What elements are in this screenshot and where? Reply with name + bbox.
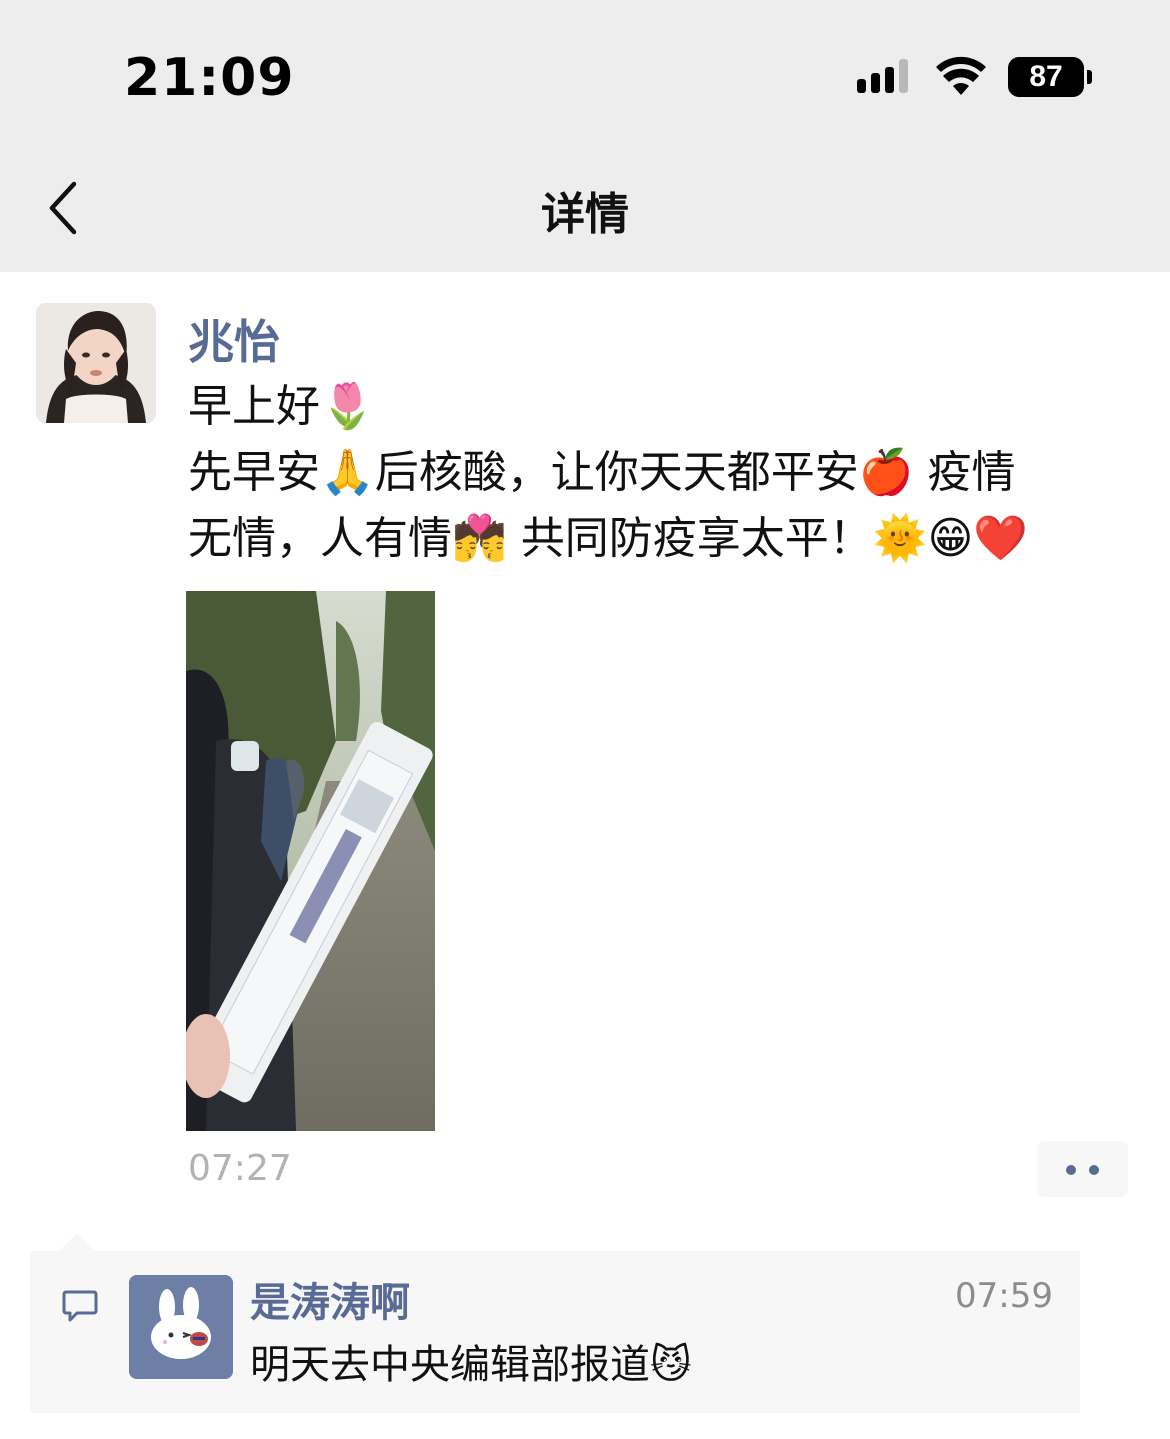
commenter-avatar[interactable] <box>129 1275 233 1379</box>
post-text-line: 早上好🌷 <box>188 381 375 432</box>
more-dots-icon <box>1066 1165 1076 1175</box>
post-text-line: 无情，人有情💏 共同防疫享太平！🌞😁❤️ <box>188 513 1029 564</box>
battery-icon: 87 <box>1008 57 1092 97</box>
more-dots-icon-dot <box>1089 1165 1099 1175</box>
post-text: 早上好🌷 先早安🙏后核酸，让你天天都平安🍎 疫情 无情，人有情💏 共同防疫享太平… <box>188 374 1138 572</box>
wifi-icon <box>936 56 986 95</box>
avatar-portrait <box>36 303 156 423</box>
comment-text[interactable]: 明天去中央编辑部报道😼 <box>250 1332 692 1390</box>
commenter-name[interactable]: 是涛涛啊 <box>250 1270 410 1328</box>
comment-time: 07:59 <box>955 1276 1053 1316</box>
comment-box-pointer <box>58 1233 96 1252</box>
status-time: 21:09 <box>124 48 295 108</box>
status-icons: 87 <box>855 55 1095 103</box>
post-time: 07:27 <box>188 1148 292 1189</box>
post-photo[interactable] <box>186 591 435 1131</box>
page-title: 详情 <box>541 189 629 240</box>
top-bar: 21:09 87 详情 <box>0 0 1170 272</box>
comment-bubble-icon <box>62 1290 98 1322</box>
post-text-line: 先早安🙏后核酸，让你天天都平安🍎 疫情 <box>188 447 1016 498</box>
bunny-avatar-icon <box>129 1275 233 1379</box>
more-actions-button[interactable] <box>1037 1141 1128 1197</box>
cellular-signal-icon <box>857 59 908 93</box>
battery-level: 87 <box>1029 60 1063 93</box>
photo-test-swab-image <box>186 591 435 1131</box>
post-author-name[interactable]: 兆怡 <box>188 306 280 372</box>
author-avatar[interactable] <box>36 303 156 423</box>
